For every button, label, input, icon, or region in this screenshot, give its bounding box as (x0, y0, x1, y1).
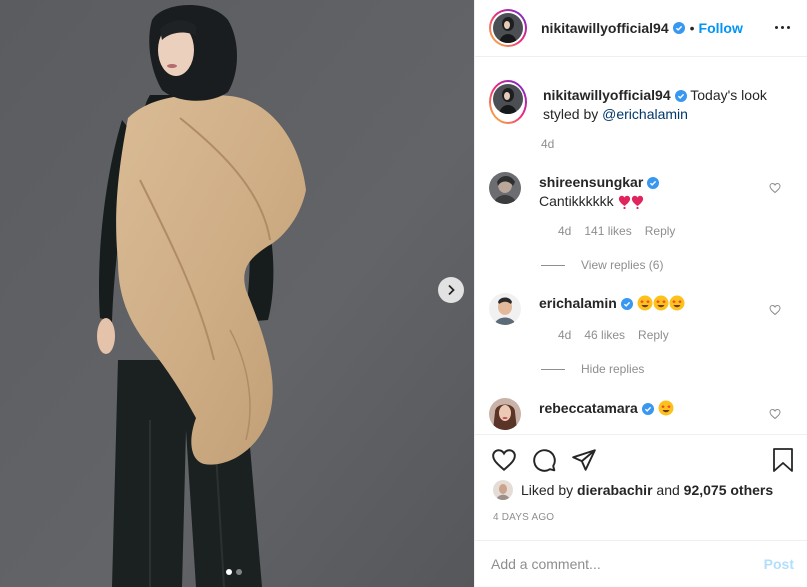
post-photo[interactable] (0, 0, 474, 587)
share-paper-plane-icon[interactable] (571, 447, 597, 473)
view-replies-button[interactable]: View replies (6) (541, 258, 663, 272)
comment-text: Cantikkkkkk (539, 193, 614, 209)
like-heart-icon[interactable] (491, 447, 517, 473)
commenter-avatar[interactable] (489, 398, 521, 430)
like-comment-heart-icon[interactable] (769, 182, 781, 194)
commenter-avatar[interactable] (489, 293, 521, 325)
post-action-bar (475, 434, 807, 484)
author-username[interactable]: nikitawillyofficial94 (541, 20, 669, 36)
comment-meta: 4d 46 likes Reply (558, 328, 669, 342)
author-avatar (493, 13, 523, 43)
follow-button[interactable]: Follow (699, 20, 743, 36)
more-options-button[interactable] (775, 26, 790, 29)
comment-bubble-icon[interactable] (531, 447, 557, 473)
caption: nikitawillyofficial94 Today's look style… (489, 80, 783, 124)
chevron-right-icon (448, 284, 455, 296)
comment-input[interactable] (491, 556, 764, 572)
caption-mention-link[interactable]: @erichalamin (602, 106, 688, 122)
verified-badge-icon (641, 403, 654, 415)
caption-age: 4d (541, 137, 555, 151)
comment-reply-button[interactable]: Reply (638, 328, 669, 342)
star-struck-icon (669, 295, 685, 311)
save-bookmark-icon[interactable] (771, 447, 795, 473)
post-date: 4 DAYS AGO (493, 512, 555, 523)
caption-meta: 4d (541, 137, 554, 151)
post-comment-button[interactable]: Post (764, 556, 794, 572)
comment-username[interactable]: shireensungkar (539, 174, 643, 190)
hide-replies-button[interactable]: Hide replies (541, 362, 644, 376)
caption-username[interactable]: nikitawillyofficial94 (543, 87, 671, 103)
red-heart-exclamation-icon (631, 195, 643, 209)
verified-badge-icon (672, 22, 685, 34)
next-slide-button[interactable] (438, 277, 464, 303)
comment-item: shireensungkar Cantikkkkkk (489, 172, 660, 211)
comment-item: erichalamin (489, 293, 685, 325)
commenter-avatar[interactable] (489, 172, 521, 204)
likes-summary: Liked by dierabachir and 92,075 others (493, 480, 773, 500)
comment-likes[interactable]: 141 likes (584, 224, 631, 238)
comments-section: nikitawillyofficial94 Today's look style… (475, 58, 807, 434)
comment-username[interactable]: rebeccatamara (539, 400, 638, 416)
verified-badge-icon (620, 298, 633, 310)
liker-avatar[interactable] (493, 480, 513, 500)
author-avatar-ring[interactable] (489, 9, 527, 47)
comment-age: 4d (558, 328, 572, 342)
post-container: nikitawillyofficial94 • Follow nikitawil… (0, 0, 807, 587)
comment-age: 4d (558, 224, 572, 238)
caption-avatar (493, 84, 523, 114)
carousel-dot (236, 569, 242, 575)
carousel-indicator (226, 569, 242, 575)
liked-by-user[interactable]: dierabachir (577, 482, 652, 498)
like-comment-heart-icon[interactable] (769, 408, 781, 420)
post-details-panel: nikitawillyofficial94 • Follow nikitawil… (474, 0, 807, 587)
verified-badge-icon (674, 90, 687, 102)
view-replies-label: View replies (6) (581, 258, 664, 272)
star-struck-icon (637, 295, 653, 311)
comment-meta: 4d 141 likes Reply (558, 224, 675, 238)
verified-badge-icon (647, 177, 660, 189)
carousel-dot-active (226, 569, 232, 575)
comment-likes[interactable]: 46 likes (584, 328, 625, 342)
liked-by-prefix: Liked by (521, 482, 574, 498)
comment-item: rebeccatamara (489, 398, 674, 430)
star-struck-icon (653, 295, 669, 311)
liked-by-and: and (656, 482, 680, 498)
liked-by-others[interactable]: 92,075 others (684, 482, 774, 498)
add-comment-bar: Post (475, 540, 807, 587)
red-heart-exclamation-icon (618, 195, 630, 209)
like-comment-heart-icon[interactable] (769, 304, 781, 316)
comment-username[interactable]: erichalamin (539, 295, 617, 311)
header-separator: • (689, 20, 695, 36)
hide-replies-label: Hide replies (581, 362, 645, 376)
post-header: nikitawillyofficial94 • Follow (475, 0, 807, 57)
comment-reply-button[interactable]: Reply (645, 224, 676, 238)
star-struck-icon (658, 400, 674, 416)
photo-illustration (0, 0, 474, 587)
caption-avatar-ring[interactable] (489, 80, 527, 124)
